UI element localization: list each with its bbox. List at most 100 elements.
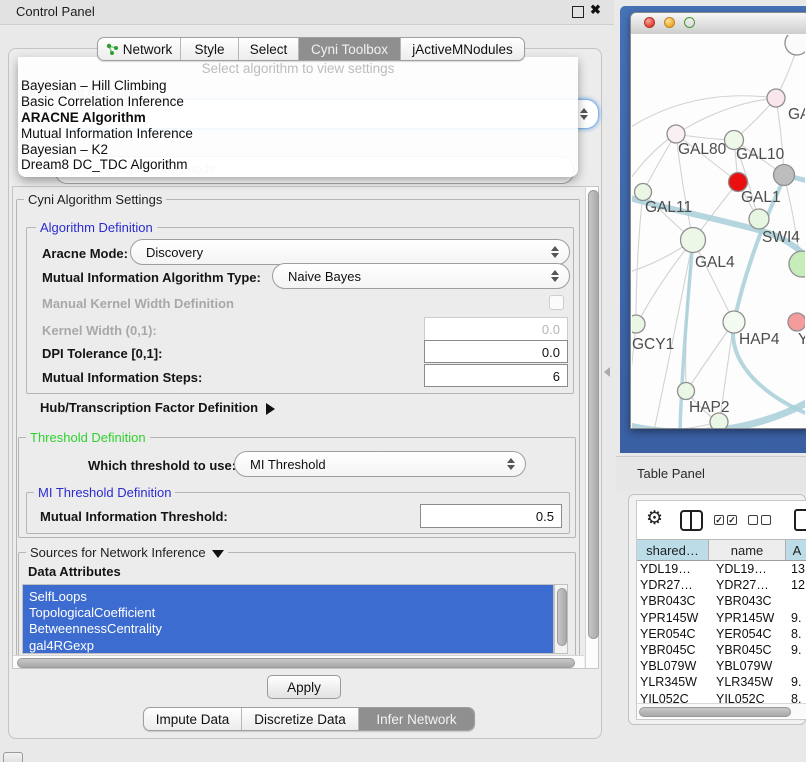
table-cell: YPR145W <box>716 610 791 626</box>
algorithm-option[interactable]: Bayesian – K2 <box>18 142 578 158</box>
network-edge[interactable] <box>636 192 643 322</box>
node-hap2[interactable] <box>678 383 695 400</box>
tab-impute-data[interactable]: Impute Data <box>144 708 241 730</box>
table-cell: YBL079W <box>637 658 716 674</box>
table-row[interactable]: YDR27…YDR27…12 <box>637 577 806 593</box>
mi-threshold-label: Mutual Information Threshold: <box>40 509 228 524</box>
sources-group-title[interactable]: Sources for Network Inference <box>26 545 228 560</box>
algorithm-dropdown-list: Bayesian – Hill ClimbingBasic Correlatio… <box>18 78 578 173</box>
collapse-down-icon[interactable] <box>212 550 224 558</box>
node-swi4[interactable] <box>749 209 769 229</box>
network-edge[interactable] <box>676 98 776 134</box>
settings-horizontal-scrollbar[interactable] <box>13 655 584 668</box>
manual-kernel-width-label: Manual Kernel Width Definition <box>42 296 234 311</box>
mi-threshold-input[interactable]: 0.5 <box>420 504 562 528</box>
node-top-partial[interactable] <box>785 35 805 55</box>
table-panel-title: Table Panel <box>637 466 705 481</box>
table-function-icon-partial[interactable] <box>794 509 806 531</box>
mi-steps-input[interactable]: 6 <box>424 364 568 387</box>
expand-right-icon[interactable] <box>266 403 275 415</box>
network-edge[interactable] <box>695 182 738 238</box>
hub-transcription-section[interactable]: Hub/Transcription Factor Definition <box>40 400 275 415</box>
table-row[interactable]: YLR345WYLR345W9. <box>637 674 806 690</box>
scrollbar-thumb[interactable] <box>17 658 575 668</box>
minimize-traffic-light-icon[interactable] <box>664 17 675 28</box>
apply-button[interactable]: Apply <box>267 675 341 699</box>
network-edge[interactable] <box>688 322 734 389</box>
attributes-list-scrollbar[interactable] <box>554 584 568 654</box>
column-header[interactable]: A <box>786 540 806 560</box>
table-row[interactable]: YDL19…YDL19…13 <box>637 561 806 577</box>
node-gray[interactable] <box>774 165 795 186</box>
gear-icon[interactable]: ⚙ <box>646 507 663 530</box>
mi-algorithm-type-combobox[interactable]: Naive Bayes <box>272 263 570 289</box>
scrollbar-thumb[interactable] <box>588 190 599 639</box>
node-gal11[interactable] <box>635 184 652 201</box>
splitter-collapse-icon[interactable] <box>604 367 610 377</box>
table-cell: YDR27… <box>716 577 791 593</box>
split-columns-icon[interactable] <box>680 510 703 531</box>
network-edge[interactable] <box>693 240 733 320</box>
tab-style[interactable]: Style <box>180 38 238 60</box>
node-gcy1[interactable] <box>632 315 645 333</box>
node-label: GAL80 <box>678 141 727 158</box>
list-item[interactable]: gal4RGexp <box>23 638 553 654</box>
column-header[interactable]: name <box>709 540 786 560</box>
scrollbar-thumb[interactable] <box>557 588 567 646</box>
tab-jactivemnodules[interactable]: jActiveMNodules <box>400 38 524 60</box>
node-hap4[interactable] <box>723 311 745 333</box>
float-window-icon[interactable] <box>572 6 584 18</box>
manual-kernel-width-checkbox[interactable] <box>549 295 564 310</box>
node-big-green[interactable] <box>789 251 805 277</box>
table-row[interactable]: YER054CYER054C8. <box>637 626 806 642</box>
table-row[interactable]: YIL052CYIL052C8. <box>637 691 806 704</box>
column-header[interactable]: shared… <box>637 540 709 560</box>
tab-select[interactable]: Select <box>238 38 298 60</box>
table-horizontal-scrollbar[interactable] <box>637 703 806 718</box>
restore-panel-button[interactable] <box>3 752 23 762</box>
table-cell: 8. <box>791 691 806 704</box>
table-row[interactable]: YBL079WYBL079W <box>637 658 806 674</box>
data-attributes-list[interactable]: SelfLoopsTopologicalCoefficientBetweenne… <box>22 584 554 654</box>
algorithm-option[interactable]: ARACNE Algorithm <box>18 110 578 126</box>
tab-infer-network[interactable]: Infer Network <box>358 708 474 730</box>
node-salmon[interactable] <box>788 313 805 331</box>
scrollbar-thumb[interactable] <box>639 707 791 717</box>
node-label: GAL10 <box>736 146 785 163</box>
algorithm-option[interactable]: Mutual Information Inference <box>18 126 578 142</box>
network-edge[interactable] <box>632 135 674 185</box>
list-item[interactable]: TopologicalCoefficient <box>23 605 553 621</box>
settings-vertical-scrollbar[interactable] <box>585 187 598 668</box>
tab-discretize-data[interactable]: Discretize Data <box>241 708 358 730</box>
mi-threshold-definition-title: MI Threshold Definition <box>34 485 175 500</box>
network-edge[interactable] <box>776 98 784 175</box>
network-edge[interactable] <box>632 324 636 395</box>
table-row[interactable]: YBR043CYBR043C <box>637 593 806 609</box>
algorithm-option[interactable]: Dream8 DC_TDC Algorithm <box>18 157 578 173</box>
list-item[interactable]: BetweennessCentrality <box>23 621 553 637</box>
network-window-titlebar[interactable] <box>631 13 806 35</box>
table-panel-titlebar: Table Panel <box>616 456 806 491</box>
tab-cyni-toolbox[interactable]: Cyni Toolbox <box>298 38 400 60</box>
algorithm-option[interactable]: Bayesian – Hill Climbing <box>18 78 578 94</box>
algorithm-option[interactable]: Basic Correlation Inference <box>18 94 578 110</box>
dpi-tolerance-input[interactable]: 0.0 <box>424 340 568 363</box>
node-gal-pink[interactable] <box>767 89 785 107</box>
node-label: GAL <box>788 106 805 123</box>
which-threshold-combobox[interactable]: MI Threshold <box>234 451 526 477</box>
network-canvas[interactable]: GALGAL80GAL10GAL1GAL11SWI4GAL4GCY1HAP4YH… <box>631 34 806 429</box>
zoom-traffic-light-icon[interactable] <box>684 17 695 28</box>
select-all-icon[interactable]: ✓ ✓ <box>714 515 737 525</box>
tab-network[interactable]: Network <box>98 38 180 60</box>
which-threshold-label: Which threshold to use: <box>88 458 236 473</box>
close-icon[interactable]: ✖ <box>590 2 601 18</box>
node-gal4[interactable] <box>681 228 706 253</box>
table-row[interactable]: YPR145WYPR145W9. <box>637 610 806 626</box>
network-edge[interactable] <box>643 134 676 192</box>
deselect-all-icon[interactable] <box>748 515 771 525</box>
list-item[interactable]: SelfLoops <box>23 589 553 605</box>
table-row[interactable]: YBR045CYBR045C9. <box>637 642 806 658</box>
kernel-width-input[interactable]: 0.0 <box>424 317 568 341</box>
close-traffic-light-icon[interactable] <box>644 17 655 28</box>
aracne-mode-combobox[interactable]: Discovery <box>130 239 570 265</box>
